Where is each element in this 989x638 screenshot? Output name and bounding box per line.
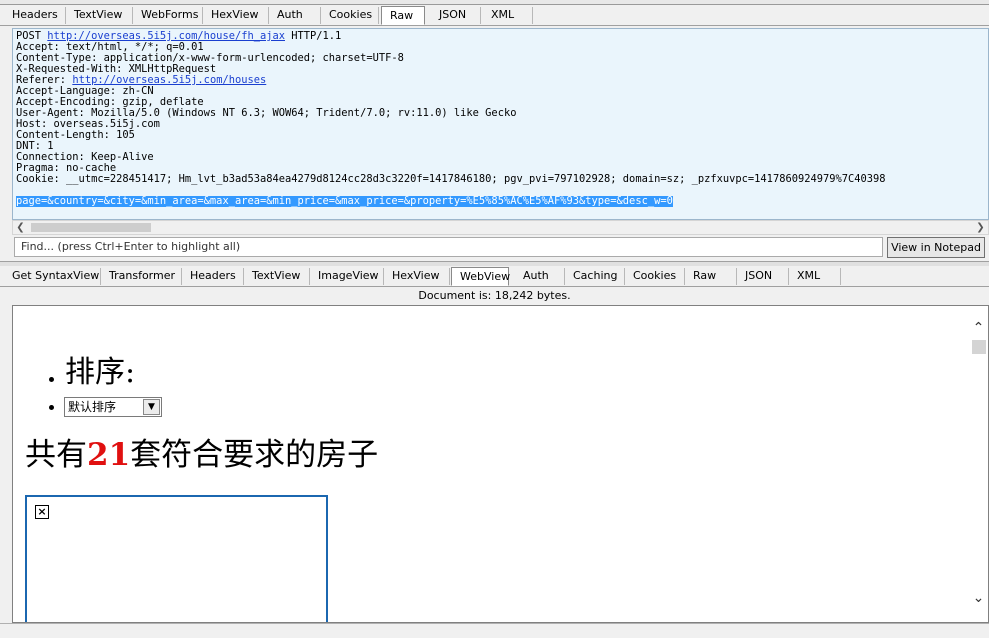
tab-request-json[interactable]: JSON xyxy=(431,7,481,24)
request-headers-block-1: Accept: text/html, */*; q=0.01 Content-T… xyxy=(16,41,404,75)
tab-transformer[interactable]: Transformer xyxy=(101,268,182,285)
list-bullet xyxy=(49,405,54,410)
webview-vertical-scrollbar[interactable]: ⌃ ⌄ xyxy=(969,306,988,622)
tab-response-headers[interactable]: Headers xyxy=(182,268,244,285)
list-bullet xyxy=(49,377,54,382)
document-size-label: Document is: 18,242 bytes. xyxy=(418,289,571,302)
tab-get-syntaxview[interactable]: Get SyntaxView xyxy=(4,268,101,285)
raw-horizontal-scrollbar[interactable]: ❮ ❯ xyxy=(12,220,989,235)
request-tabstrip: Headers TextView WebForms HexView Auth C… xyxy=(0,5,989,26)
broken-image-icon: × xyxy=(35,505,49,519)
scroll-left-icon[interactable]: ❮ xyxy=(13,221,28,234)
result-prefix: 共有 xyxy=(25,437,87,473)
tab-request-raw[interactable]: Raw xyxy=(381,6,425,25)
tab-request-xml[interactable]: XML xyxy=(483,7,533,24)
tab-request-hexview[interactable]: HexView xyxy=(203,7,269,24)
request-body-selected: page=&country=&city=&min_area=&max_area=… xyxy=(16,195,673,207)
listing-card[interactable]: × xyxy=(25,495,328,622)
view-in-notepad-button[interactable]: View in Notepad xyxy=(887,237,985,258)
tab-response-xml[interactable]: XML xyxy=(789,268,841,285)
webview-pane[interactable]: 排序: 默认排序 ▼ 共有21套符合要求的房子 × ⌃ ⌄ xyxy=(12,305,989,623)
tab-caching[interactable]: Caching xyxy=(565,268,625,285)
result-count-heading: 共有21套符合要求的房子 xyxy=(25,436,378,474)
sort-select[interactable]: 默认排序 ▼ xyxy=(64,397,162,417)
status-strip xyxy=(0,623,989,638)
sort-select-value: 默认排序 xyxy=(68,400,117,414)
tab-request-textview[interactable]: TextView xyxy=(66,7,133,24)
find-input[interactable]: Find... (press Ctrl+Enter to highlight a… xyxy=(14,237,883,257)
chevron-down-icon[interactable]: ▼ xyxy=(143,399,160,415)
request-headers-block-2: Accept-Language: zh-CN Accept-Encoding: … xyxy=(16,85,886,185)
tab-request-webforms[interactable]: WebForms xyxy=(133,7,203,24)
tab-response-textview[interactable]: TextView xyxy=(244,268,310,285)
response-tabstrip: Get SyntaxView Transformer Headers TextV… xyxy=(0,266,989,287)
tab-response-hexview[interactable]: HexView xyxy=(384,268,450,285)
scrollbar-thumb[interactable] xyxy=(31,223,151,232)
result-suffix: 套符合要求的房子 xyxy=(130,437,379,473)
tab-response-cookies[interactable]: Cookies xyxy=(625,268,685,285)
tab-request-auth[interactable]: Auth xyxy=(269,7,321,24)
tab-imageview[interactable]: ImageView xyxy=(310,268,384,285)
scroll-right-icon[interactable]: ❯ xyxy=(973,221,988,234)
sort-heading: 排序: xyxy=(65,355,136,390)
tab-response-raw[interactable]: Raw xyxy=(685,268,737,285)
tab-response-json[interactable]: JSON xyxy=(737,268,789,285)
scroll-down-icon[interactable]: ⌄ xyxy=(969,590,988,606)
request-http-version: HTTP/1.1 xyxy=(285,30,342,42)
result-count: 21 xyxy=(87,437,131,473)
tab-request-cookies[interactable]: Cookies xyxy=(321,7,379,24)
tab-webview[interactable]: WebView xyxy=(451,267,510,286)
tab-response-auth[interactable]: Auth xyxy=(515,268,565,285)
scroll-up-icon[interactable]: ⌃ xyxy=(969,320,988,336)
raw-request-text: POST http://overseas.5i5j.com/house/fh_a… xyxy=(16,31,886,185)
scrollbar-thumb[interactable] xyxy=(972,340,986,354)
tab-request-headers[interactable]: Headers xyxy=(4,7,66,24)
raw-request-view[interactable]: POST http://overseas.5i5j.com/house/fh_a… xyxy=(12,28,989,220)
